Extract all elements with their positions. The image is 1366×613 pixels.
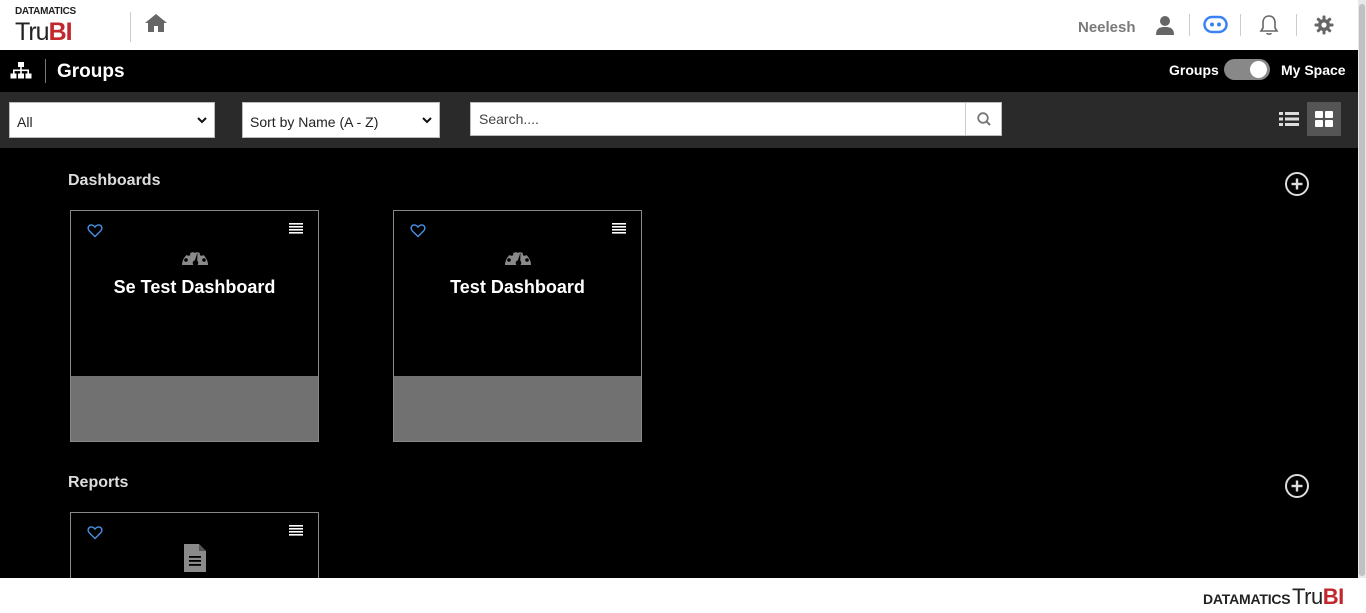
user-icon[interactable]	[1154, 14, 1176, 36]
search-input[interactable]	[471, 103, 965, 135]
chevron-down-icon	[422, 117, 432, 124]
scrollbar-thumb[interactable]	[1359, 4, 1365, 576]
grid-icon	[1315, 111, 1333, 127]
gear-icon[interactable]	[1313, 14, 1335, 36]
page-header	[0, 50, 1358, 92]
list-view-button[interactable]	[1272, 102, 1306, 136]
hamburger-menu-icon[interactable]	[288, 523, 304, 537]
sort-select-value: Sort by Name (A - Z)	[250, 114, 379, 130]
heart-icon[interactable]	[87, 525, 103, 540]
type-filter-value: All	[17, 114, 33, 130]
toggle-label-groups: Groups	[1169, 62, 1219, 78]
dashboard-gauge-icon	[505, 249, 531, 266]
footer-company-text: DATAMATICS	[1203, 591, 1291, 607]
footer-product-text: TruBI	[1292, 584, 1344, 609]
heart-icon[interactable]	[87, 223, 103, 238]
page-title: Groups	[57, 61, 125, 82]
section-title-reports: Reports	[68, 474, 129, 491]
type-filter-select[interactable]: All	[9, 102, 215, 138]
list-icon	[1279, 112, 1299, 126]
logo-product-text: TruBI	[15, 18, 73, 46]
add-report-button[interactable]	[1284, 473, 1310, 499]
divider	[1240, 14, 1241, 36]
top-navbar: DATAMATICS TruBI Neelesh	[0, 0, 1366, 50]
card-thumbnail	[394, 376, 641, 441]
home-icon[interactable]	[144, 12, 168, 34]
section-title-dashboards: Dashboards	[68, 172, 161, 189]
divider	[1189, 14, 1190, 36]
groups-myspace-toggle[interactable]	[1224, 59, 1270, 80]
divider	[130, 12, 131, 42]
username[interactable]: Neelesh	[1078, 19, 1136, 36]
dashboard-card[interactable]: Se Test Dashboard	[70, 210, 319, 442]
card-title: Test Dashboard	[450, 277, 585, 297]
add-dashboard-button[interactable]	[1284, 171, 1310, 197]
sort-select[interactable]: Sort by Name (A - Z)	[242, 102, 440, 138]
divider	[45, 59, 46, 83]
dashboard-gauge-icon	[182, 249, 208, 266]
report-card[interactable]	[70, 512, 319, 578]
hamburger-menu-icon[interactable]	[611, 221, 627, 235]
search-icon	[977, 112, 991, 126]
chevron-down-icon	[197, 117, 207, 124]
divider	[1296, 14, 1297, 36]
search-box	[470, 102, 1002, 136]
plus-circle-icon	[1285, 474, 1309, 498]
logo-company-text: DATAMATICS	[15, 6, 76, 17]
dashboard-card[interactable]: Test Dashboard	[393, 210, 642, 442]
sitemap-icon	[10, 62, 32, 80]
search-button[interactable]	[965, 103, 1002, 135]
report-document-icon	[184, 544, 206, 572]
card-thumbnail	[71, 376, 318, 441]
card-title: Se Test Dashboard	[113, 277, 276, 297]
toggle-label-myspace: My Space	[1281, 62, 1346, 78]
chatbot-icon[interactable]	[1203, 14, 1228, 36]
heart-icon[interactable]	[410, 223, 426, 238]
plus-circle-icon	[1285, 172, 1309, 196]
app-logo[interactable]: DATAMATICS TruBI	[15, 6, 85, 46]
hamburger-menu-icon[interactable]	[288, 221, 304, 235]
grid-view-button[interactable]	[1307, 102, 1341, 136]
toggle-knob	[1250, 61, 1267, 78]
footer	[0, 578, 1366, 613]
bell-icon[interactable]	[1258, 14, 1280, 36]
